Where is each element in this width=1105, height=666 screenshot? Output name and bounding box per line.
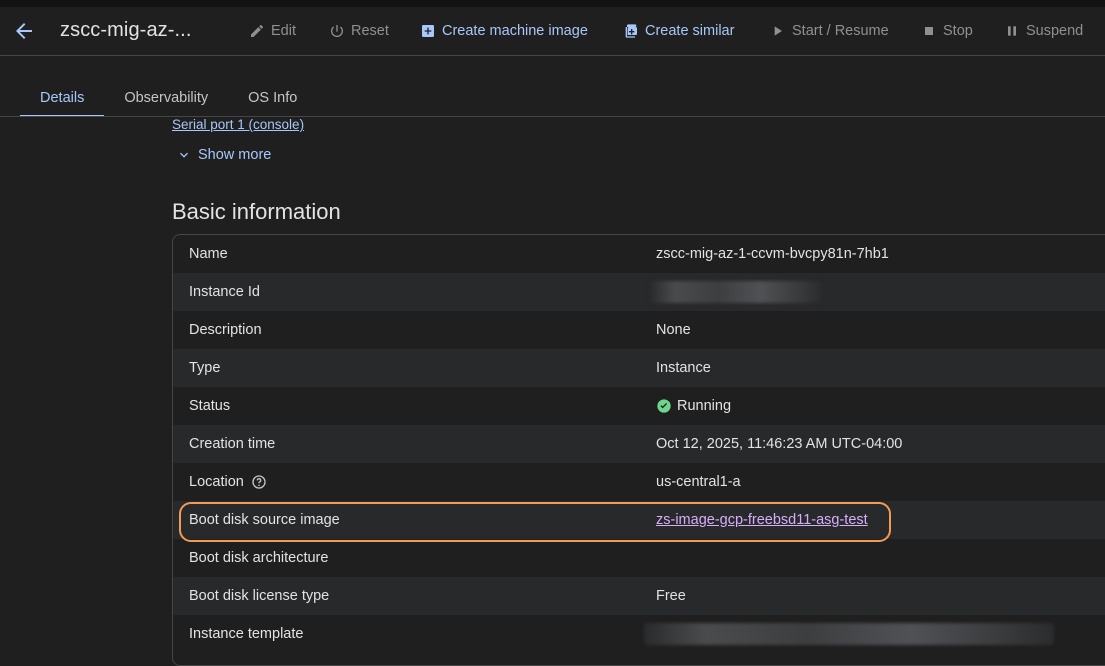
play-icon [774,26,782,36]
row-value: Instance [656,360,711,376]
table-row-instance-template: Instance template [173,615,1105,653]
row-label: Type [189,360,221,376]
tab-details[interactable]: Details [20,76,105,117]
table-row-location: Location us-central1-a [173,463,1105,501]
check-circle-icon [657,399,671,413]
serial-port-link[interactable]: Serial port 1 (console) [172,117,304,132]
redacted-instance-id [650,281,821,303]
row-label: Boot disk license type [189,588,330,604]
add-copy-icon [625,24,637,38]
table-row-description: Description None [173,311,1105,349]
suspend-label: Suspend [1026,23,1084,39]
start-resume-label: Start / Resume [792,23,889,39]
row-label: Name [189,246,228,262]
pause-icon [1008,26,1016,36]
stop-label: Stop [943,23,973,39]
section-title: Basic information [172,199,341,224]
tab-divider [0,116,1105,117]
basic-info-table: Name zscc-mig-az-1-ccvm-bvcpy81n-7hb1 In… [172,234,1105,666]
row-value: None [656,322,691,338]
table-row-boot-disk-license-type: Boot disk license type Free [173,577,1105,615]
row-label: Instance Id [189,284,260,300]
row-value-status: Running [656,387,731,425]
table-row-creation-time: Creation time Oct 12, 2025, 11:46:23 AM … [173,425,1105,463]
tab-os-info[interactable]: OS Info [228,76,317,116]
power-icon [331,25,344,38]
row-value-link: zs-image-gcp-freebsd11-asg-test [656,501,868,539]
source-image-link[interactable]: zs-image-gcp-freebsd11-asg-test [656,501,868,539]
row-label: Description [189,322,262,338]
tab-bar: Details Observability OS Info [20,76,317,117]
table-row-status: Status Running [173,387,1105,425]
create-similar-button[interactable]: Create similar [623,21,734,41]
stop-icon [925,27,933,35]
row-value: zscc-mig-az-1-ccvm-bvcpy81n-7hb1 [656,246,889,262]
row-value: Oct 12, 2025, 11:46:23 AM UTC-04:00 [656,436,903,452]
table-row-boot-disk-architecture: Boot disk architecture [173,539,1105,577]
back-arrow-icon[interactable] [12,19,36,43]
create-similar-label: Create similar [645,23,735,39]
table-row-boot-disk-source-image: Boot disk source image zs-image-gcp-free… [173,501,1105,539]
status-badge: Running [677,398,732,414]
edit-button[interactable]: Edit [249,21,296,41]
stop-button[interactable]: Stop [921,21,973,41]
pencil-icon [251,25,263,37]
redacted-instance-template [644,623,1054,645]
start-resume-button[interactable]: Start / Resume [770,21,889,41]
add-box-icon [422,25,434,37]
row-value: Free [656,588,686,604]
row-label: Instance template [189,626,304,642]
edit-label: Edit [271,23,296,39]
row-label-location: Location [189,463,267,501]
toolbar: zscc-mig-az-... Edit Reset Create machin… [0,7,1105,56]
create-machine-image-label: Create machine image [442,23,588,39]
row-label: Status [189,398,231,414]
suspend-button[interactable]: Suspend [1004,21,1083,41]
table-row-type: Type Instance [173,349,1105,387]
row-label: Creation time [189,436,276,452]
table-row-name: Name zscc-mig-az-1-ccvm-bvcpy81n-7hb1 [173,235,1105,273]
reset-label: Reset [351,23,389,39]
create-machine-image-button[interactable]: Create machine image [420,21,588,41]
help-circle-icon[interactable] [251,474,267,490]
top-strip [0,0,1105,7]
show-more-label: Show more [198,147,272,163]
chevron-down-icon [180,152,188,158]
page-title: zscc-mig-az-... [60,19,192,41]
tab-observability[interactable]: Observability [104,76,228,116]
table-row-instance-id: Instance Id [173,273,1105,311]
reset-button[interactable]: Reset [329,21,389,41]
location-label: Location [189,474,244,490]
row-value: us-central1-a [656,474,741,490]
row-label: Boot disk source image [189,512,340,528]
row-label: Boot disk architecture [189,550,329,566]
show-more-button[interactable]: Show more [176,147,271,163]
